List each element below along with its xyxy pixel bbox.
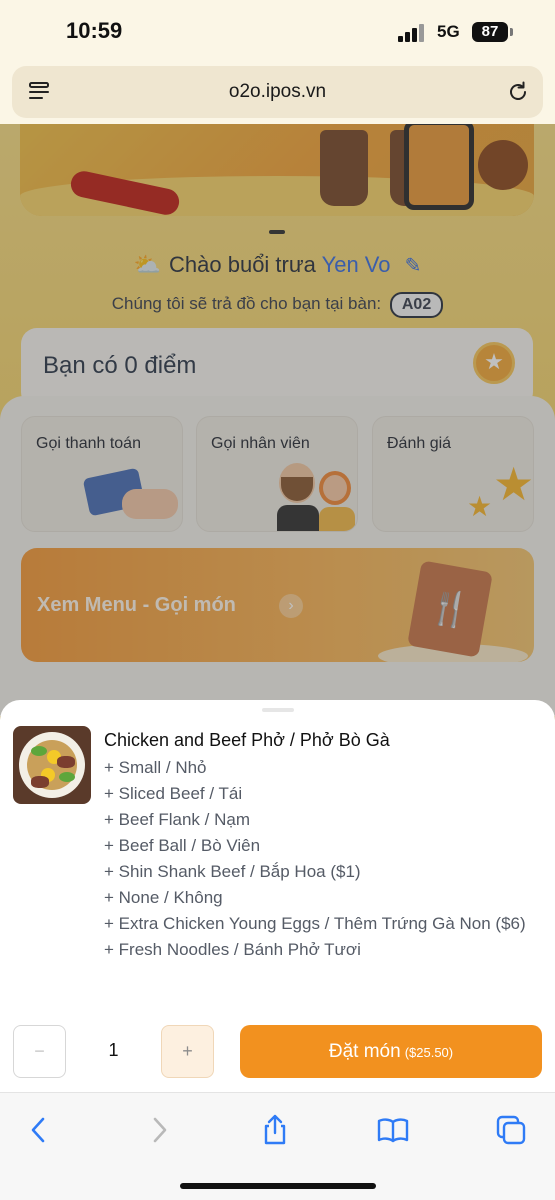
place-order-label: Đặt món	[328, 1041, 401, 1062]
option-item: + Fresh Noodles / Bánh Phở Tươi	[104, 940, 361, 959]
option-item: + Shin Shank Beef / Bắp Hoa ($1)	[104, 862, 361, 881]
network-label: 5G	[437, 22, 460, 41]
order-price: ($25.50)	[404, 1045, 454, 1060]
bookmarks-icon[interactable]	[376, 1113, 410, 1147]
option-item: + None / Không	[104, 888, 223, 907]
dish-image	[13, 726, 91, 804]
dish-options-list: + Small / Nhỏ + Sliced Beef / Tái + Beef…	[104, 755, 534, 963]
place-order-button[interactable]: Đặt món ($25.50)	[240, 1025, 542, 1078]
quantity-decrease-button[interactable]: −	[13, 1025, 66, 1078]
address-bar[interactable]: o2o.ipos.vn	[12, 66, 543, 118]
beef	[31, 776, 49, 788]
share-icon[interactable]	[258, 1113, 292, 1147]
home-indicator	[180, 1183, 376, 1189]
beef	[57, 756, 75, 768]
herb	[59, 772, 75, 782]
battery-tip	[510, 28, 513, 36]
battery-icon: 87	[472, 22, 508, 42]
signal-icon	[398, 24, 424, 42]
option-item: + Small / Nhỏ	[104, 758, 207, 777]
option-item: + Beef Flank / Nạm	[104, 810, 250, 829]
address-bar-container: o2o.ipos.vn	[0, 64, 555, 124]
status-bar: 10:59 5G 87	[0, 0, 555, 64]
order-bottom-sheet: Chicken and Beef Phở / Phở Bò Gà + Small…	[0, 700, 555, 1092]
dish-title: Chicken and Beef Phở / Phở Bò Gà	[104, 730, 390, 750]
reload-icon[interactable]	[505, 79, 531, 105]
quantity-increase-button[interactable]: +	[161, 1025, 214, 1078]
forward-icon[interactable]	[142, 1113, 176, 1147]
quantity-value: 1	[108, 1040, 119, 1060]
option-item: + Beef Ball / Bò Viên	[104, 836, 261, 855]
sheet-drag-handle[interactable]	[262, 708, 294, 712]
option-item: + Sliced Beef / Tái	[104, 784, 243, 803]
tabs-icon[interactable]	[494, 1113, 528, 1147]
status-time: 10:59	[66, 18, 123, 43]
back-icon[interactable]	[22, 1113, 56, 1147]
option-item: + Extra Chicken Young Eggs / Thêm Trứng …	[104, 914, 526, 933]
url-text[interactable]: o2o.ipos.vn	[12, 81, 543, 103]
herb	[31, 746, 47, 756]
